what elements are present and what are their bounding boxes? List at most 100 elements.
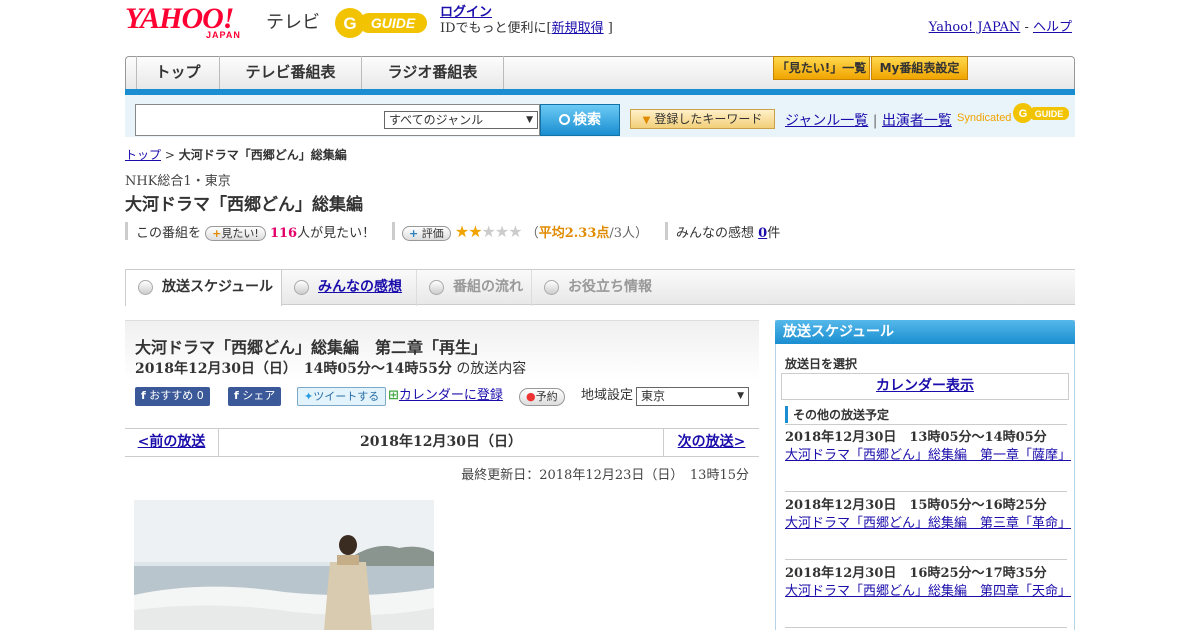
mitai-count: 116	[269, 226, 298, 241]
schedule-item: 2018年12月30日 15時05分～16時25分 大河ドラマ「西郷どん」総集編…	[785, 497, 1071, 533]
search-links: ジャンル一覧 | 出演者一覧	[785, 110, 952, 130]
tab-impressions-label: みんなの感想	[318, 279, 402, 295]
program-photo	[134, 500, 434, 630]
facebook-recommend-button[interactable]: f おすすめ 0	[135, 387, 210, 406]
my-schedule-button[interactable]: My番組表設定	[871, 56, 968, 80]
impressions-count-link[interactable]: 0	[758, 226, 767, 241]
svg-text:G: G	[343, 14, 356, 33]
schedule-item-time: 2018年12月30日 15時05分～16時25分	[785, 498, 1047, 513]
keyword-button[interactable]: ▼ 登録したキーワード	[630, 109, 775, 129]
divider	[392, 222, 395, 240]
breadcrumb-top[interactable]: トップ	[125, 148, 161, 162]
g-guide-small-logo: G GUIDE	[1013, 103, 1069, 123]
tab-schedule[interactable]: 放送スケジュール	[125, 270, 282, 306]
next-broadcast-cell: 次の放送>	[663, 429, 759, 456]
login-sub-suffix: ]	[607, 21, 613, 36]
facebook-icon: f	[141, 389, 146, 402]
tab-flow: 番組の流れ	[417, 270, 532, 306]
page-title: 大河ドラマ「西郷どん」総集編	[125, 195, 363, 215]
search-icon	[559, 114, 570, 125]
rating-people: /3人）	[609, 226, 649, 241]
plus-icon: +	[212, 227, 222, 240]
calendar-register[interactable]: ⊞カレンダーに登録	[388, 387, 503, 406]
circle-arrow-icon	[138, 280, 153, 295]
divider	[785, 627, 1067, 628]
genre-select[interactable]: すべてのジャンル ▼	[384, 111, 538, 129]
rate-button[interactable]: + 評価	[402, 226, 451, 241]
star-icon: ★	[494, 222, 509, 241]
login-link[interactable]: ログイン	[440, 5, 492, 20]
day-navigation: <前の放送 2018年12月30日（日） 次の放送>	[125, 428, 759, 457]
schedule-item: 2018年12月30日 13時05分～14時05分 大河ドラマ「西郷どん」総集編…	[785, 429, 1071, 465]
login-box: ログイン IDでもっと便利に[新規取得 ]	[440, 5, 613, 37]
nav-tab-top[interactable]: トップ	[136, 56, 220, 89]
region-select-value: 東京	[641, 389, 666, 403]
divider	[785, 559, 1067, 560]
tab-schedule-label: 放送スケジュール	[162, 279, 274, 295]
keyword-button-label: 登録したキーワード	[654, 112, 763, 126]
g-guide-logo: G GUIDE	[335, 8, 427, 38]
rating-row: + 評価 ★★★★★ （平均2.33点/3人）	[402, 222, 648, 241]
breadcrumb: トップ > 大河ドラマ「西郷どん」総集編	[125, 146, 347, 163]
mitai-list-button[interactable]: 「見たい!」一覧	[773, 56, 870, 80]
rating-average: 平均2.33点	[538, 226, 610, 241]
tab-impressions[interactable]: みんなの感想	[282, 270, 417, 306]
help-link[interactable]: ヘルプ	[1033, 20, 1072, 35]
cast-list-link[interactable]: 出演者一覧	[882, 113, 952, 129]
calendar-register-link[interactable]: カレンダーに登録	[399, 388, 503, 403]
mitai-prefix: この番組を	[136, 226, 202, 241]
top-links-sep: -	[1024, 20, 1029, 35]
episode-title: 大河ドラマ「西郷どん」総集編 第二章「再生」	[135, 338, 488, 357]
divider	[785, 491, 1067, 492]
star-icon: ★	[454, 222, 469, 241]
reserve-button-label: 予約	[535, 390, 558, 403]
svg-text:G: G	[1019, 108, 1028, 120]
dropdown-arrow-icon: ▼	[642, 115, 651, 126]
impressions-label: みんなの感想	[676, 226, 755, 241]
tweet-button[interactable]: ✦ツイートする	[297, 387, 387, 406]
mitai-button[interactable]: +見たい!	[205, 226, 266, 241]
facebook-recommend-label: おすすめ	[149, 389, 194, 402]
schedule-item-link[interactable]: 大河ドラマ「西郷どん」総集編 第一章「薩摩」	[785, 448, 1071, 463]
schedule-item-link[interactable]: 大河ドラマ「西郷どん」総集編 第四章「天命」	[785, 584, 1071, 599]
star-icon: ★	[508, 222, 522, 241]
nav-tab-tv[interactable]: テレビ番組表	[220, 56, 362, 89]
region-select[interactable]: 東京 ▼	[636, 387, 749, 406]
mitai-suffix: 人が見たい！	[297, 226, 376, 241]
tweet-button-label: ツイートする	[313, 390, 380, 403]
twitter-icon: ✦	[304, 390, 314, 403]
divider	[125, 222, 128, 240]
region-label: 地域設定	[581, 388, 634, 403]
schedule-item: 2018年12月30日 16時25分～17時35分 大河ドラマ「西郷どん」総集編…	[785, 565, 1071, 601]
search-button[interactable]: 検索	[540, 104, 620, 136]
facebook-share-label: シェア	[242, 389, 276, 402]
chevron-down-icon: ▼	[737, 391, 744, 401]
select-date-label: 放送日を選択	[785, 357, 858, 371]
nav-tab-radio[interactable]: ラジオ番組表	[362, 56, 504, 89]
schedule-item-time: 2018年12月30日 16時25分～17時35分	[785, 566, 1047, 581]
prev-broadcast-cell: <前の放送	[125, 429, 219, 456]
yahoo-japan-link[interactable]: Yahoo! JAPAN	[929, 20, 1021, 35]
facebook-recommend-count: 0	[196, 389, 204, 402]
search-button-label: 検索	[573, 112, 601, 128]
calendar-view-link[interactable]: カレンダー表示	[876, 378, 974, 394]
signup-link[interactable]: 新規取得	[552, 21, 604, 36]
schedule-item-link[interactable]: 大河ドラマ「西郷どん」総集編 第三章「革命」	[785, 516, 1071, 531]
tab-flow-label: 番組の流れ	[453, 279, 523, 295]
record-icon: ●	[526, 390, 536, 403]
next-broadcast-link[interactable]: 次の放送>	[678, 434, 746, 450]
genre-list-link[interactable]: ジャンル一覧	[785, 113, 868, 129]
breadcrumb-sep: >	[164, 148, 175, 162]
star-icon: ★	[481, 222, 496, 241]
other-schedule-label: その他の放送予定	[785, 406, 889, 423]
rate-button-label: 評価	[421, 227, 444, 240]
schedule-item-time: 2018年12月30日 13時05分～14時05分	[785, 430, 1047, 445]
facebook-share-button[interactable]: f シェア	[228, 387, 282, 406]
calendar-plus-icon: ⊞	[388, 388, 399, 403]
mitai-button-label: 見たい!	[221, 227, 259, 240]
yahoo-logo[interactable]: YAHOO!	[125, 4, 234, 34]
tv-logo-text[interactable]: テレビ	[266, 8, 320, 34]
circle-arrow-icon	[429, 280, 444, 295]
prev-broadcast-link[interactable]: <前の放送	[138, 434, 206, 450]
reserve-button[interactable]: ●予約	[519, 388, 565, 406]
